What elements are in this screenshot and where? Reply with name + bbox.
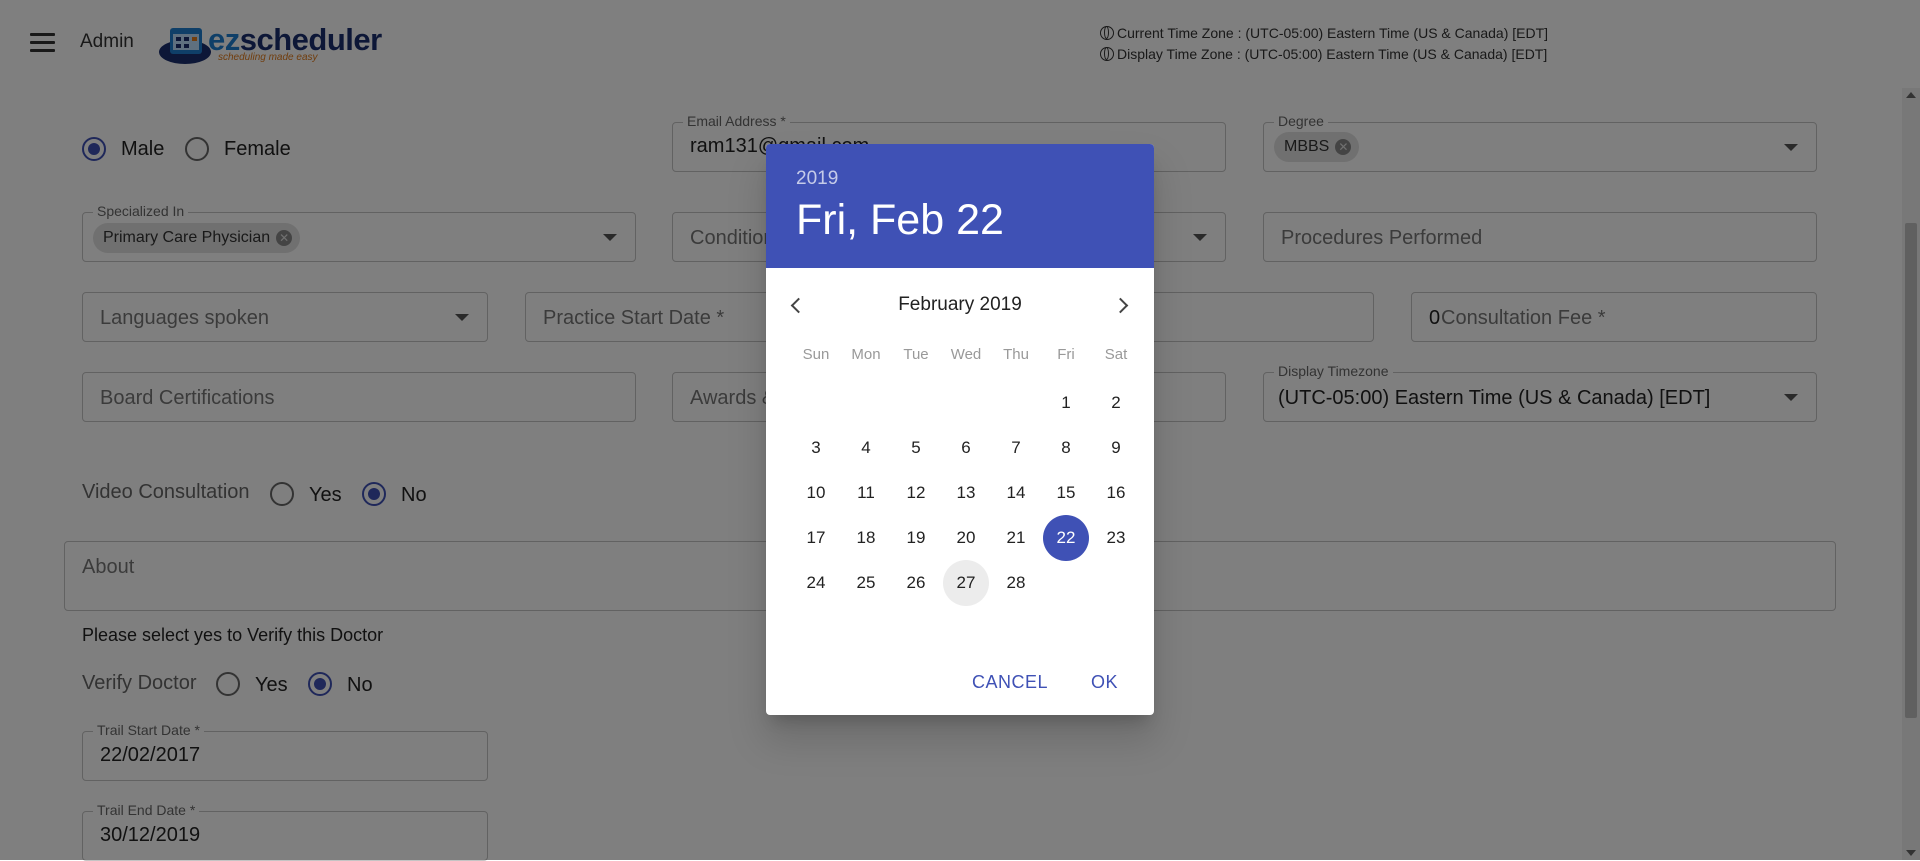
calendar-day[interactable]: 8 [1043,425,1089,471]
calendar-day[interactable]: 12 [893,470,939,516]
calendar-day[interactable]: 23 [1093,515,1139,561]
calendar-day[interactable]: 4 [843,425,889,471]
calendar-day[interactable]: 10 [793,470,839,516]
calendar-day[interactable]: 28 [993,560,1039,606]
selected-date-label[interactable]: Fri, Feb 22 [796,196,1004,245]
calendar-day[interactable]: 25 [843,560,889,606]
calendar-day[interactable]: 3 [793,425,839,471]
year-selector[interactable]: 2019 [796,168,838,190]
calendar-day-selected[interactable]: 22 [1043,515,1089,561]
calendar-day[interactable]: 13 [943,470,989,516]
calendar-day[interactable]: 27 [943,560,989,606]
calendar-day[interactable]: 16 [1093,470,1139,516]
weekday-label: Tue [903,346,929,363]
calendar-day[interactable]: 21 [993,515,1039,561]
calendar-day[interactable]: 1 [1043,380,1089,426]
calendar-day[interactable]: 17 [793,515,839,561]
calendar-day[interactable]: 19 [893,515,939,561]
ok-button[interactable]: OK [1091,672,1118,693]
weekday-label: Thu [1003,346,1029,363]
cancel-button[interactable]: CANCEL [972,672,1048,693]
calendar-day[interactable]: 20 [943,515,989,561]
weekday-label: Sun [802,346,830,363]
weekday-label: Wed [950,346,982,363]
date-picker-header: 2019 Fri, Feb 22 [766,144,1154,268]
calendar-day[interactable]: 7 [993,425,1039,471]
calendar-day[interactable]: 18 [843,515,889,561]
calendar-day[interactable]: 26 [893,560,939,606]
date-picker-dialog: 2019 Fri, Feb 22 February 2019 Sun Mon Tue… [766,144,1154,715]
calendar-day[interactable]: 9 [1093,425,1139,471]
calendar-day[interactable]: 6 [943,425,989,471]
calendar-day[interactable]: 2 [1093,380,1139,426]
calendar-day[interactable]: 5 [893,425,939,471]
calendar-day[interactable]: 11 [843,470,889,516]
weekday-label: Mon [851,346,881,363]
month-title: February 2019 [898,294,1022,315]
calendar-day[interactable]: 24 [793,560,839,606]
next-month-icon[interactable] [1112,294,1136,318]
weekday-label: Fri [1057,346,1075,363]
calendar-day[interactable]: 15 [1043,470,1089,516]
weekday-label: Sat [1104,346,1128,363]
calendar-day[interactable]: 14 [993,470,1039,516]
